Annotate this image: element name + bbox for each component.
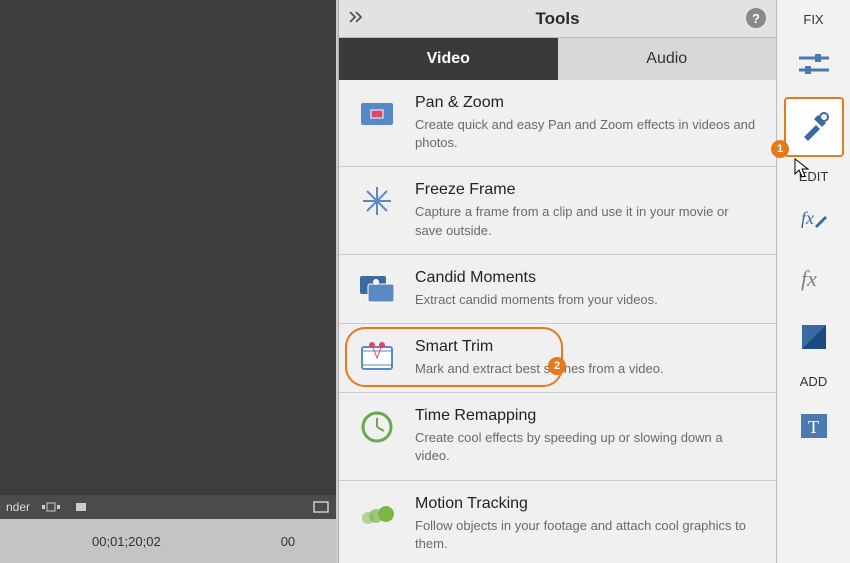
freeze-frame-icon [357, 181, 397, 221]
tool-motion-tracking[interactable]: Motion Tracking Follow objects in your f… [339, 481, 776, 563]
tools-panel: Tools ? Video Audio Pan & Zoom Create qu… [338, 0, 776, 563]
tool-desc: Follow objects in your footage and attac… [415, 517, 758, 553]
video-preview-area [0, 0, 336, 495]
tool-title: Motion Tracking [415, 495, 758, 513]
tab-video[interactable]: Video [339, 38, 558, 80]
pan-zoom-icon [357, 94, 397, 134]
candid-moments-icon [357, 269, 397, 309]
tool-title: Candid Moments [415, 269, 758, 287]
callout-number-1: 1 [771, 140, 789, 158]
motion-tracking-icon [357, 495, 397, 535]
tool-candid-moments[interactable]: Candid Moments Extract candid moments fr… [339, 255, 776, 324]
time-remapping-icon [357, 407, 397, 447]
right-rail: FIX EDIT fx fx ADD T [776, 0, 850, 563]
rail-label-edit: EDIT [799, 169, 829, 184]
collapse-icon[interactable] [349, 10, 365, 27]
tool-title: Freeze Frame [415, 181, 758, 199]
callout-number-2: 2 [548, 357, 566, 375]
tool-desc: Mark and extract best scenes from a vide… [415, 360, 758, 378]
rail-label-add: ADD [800, 374, 827, 389]
rail-color-button[interactable] [789, 312, 839, 362]
help-icon[interactable]: ? [746, 8, 766, 28]
panel-title: Tools [535, 9, 579, 29]
svg-text:fx: fx [801, 266, 817, 291]
tool-title: Time Remapping [415, 407, 758, 425]
rail-fx-button[interactable]: fx [789, 254, 839, 304]
playback-controls: nder [0, 495, 336, 519]
fullscreen-icon[interactable] [312, 500, 330, 514]
tool-time-remapping[interactable]: Time Remapping Create cool effects by sp… [339, 393, 776, 480]
svg-text:fx: fx [801, 208, 814, 228]
tool-freeze-frame[interactable]: Freeze Frame Capture a frame from a clip… [339, 167, 776, 254]
tool-desc: Create cool effects by speeding up or sl… [415, 429, 758, 465]
rail-label-fix: FIX [803, 12, 823, 27]
timecode-current: 00;01;20;02 [92, 534, 161, 549]
render-label: nder [6, 500, 30, 514]
timecode-bar: 00;01;20;02 00 [0, 519, 336, 563]
smart-trim-icon [357, 338, 397, 378]
tool-pan-zoom[interactable]: Pan & Zoom Create quick and easy Pan and… [339, 80, 776, 167]
marker-icon[interactable] [72, 500, 90, 514]
tool-tabs: Video Audio [339, 38, 776, 80]
rail-text-button[interactable]: T [789, 401, 839, 451]
tool-desc: Extract candid moments from your videos. [415, 291, 758, 309]
rail-tools-button[interactable] [784, 97, 844, 157]
timecode-end: 00 [281, 534, 295, 549]
rail-effects-button[interactable]: fx [789, 196, 839, 246]
tool-desc: Capture a frame from a clip and use it i… [415, 203, 758, 239]
tool-list: Pan & Zoom Create quick and easy Pan and… [339, 80, 776, 563]
svg-text:T: T [808, 417, 819, 437]
tool-desc: Create quick and easy Pan and Zoom effec… [415, 116, 758, 152]
rail-adjust-button[interactable] [789, 39, 839, 89]
in-out-icon[interactable] [42, 500, 60, 514]
tab-audio[interactable]: Audio [558, 38, 777, 80]
panel-header: Tools ? [339, 0, 776, 38]
tool-title: Smart Trim [415, 338, 758, 356]
tool-title: Pan & Zoom [415, 94, 758, 112]
